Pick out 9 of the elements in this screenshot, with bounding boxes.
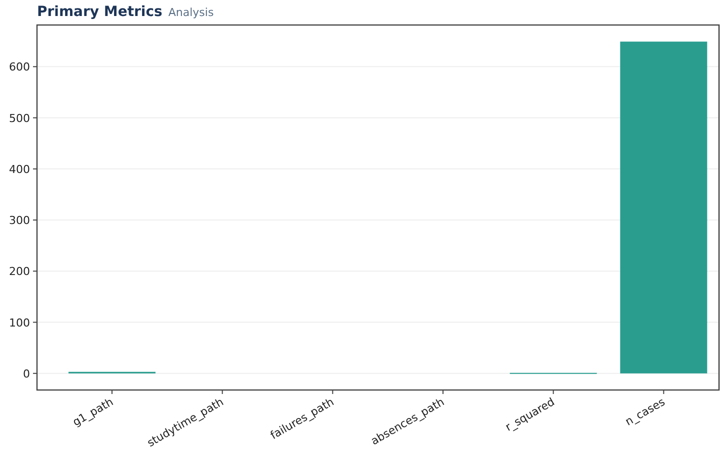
y-tick-label: 500	[9, 112, 30, 125]
chart-subtitle: Analysis	[168, 6, 214, 19]
y-tick-label: 400	[9, 162, 30, 176]
y-tick-label: 300	[9, 214, 30, 228]
y-tick-label: 0	[23, 367, 30, 380]
y-tick-label: 600	[9, 60, 30, 74]
y-tick-label: 200	[9, 265, 30, 278]
chart-title: Primary Metrics	[37, 4, 162, 20]
y-tick-label: 100	[9, 316, 30, 330]
